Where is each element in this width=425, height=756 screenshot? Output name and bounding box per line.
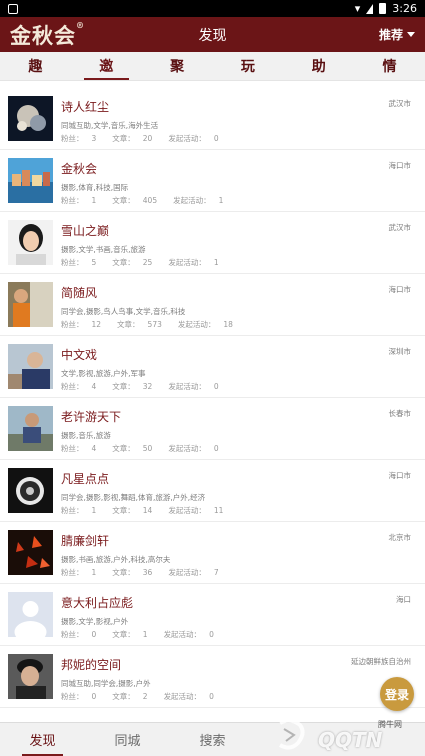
tab-yao[interactable]: 邀 [71,52,142,80]
list-item[interactable]: 中文戏 文学,影视,旅游,户外,军事 粉丝： 4 文章： 32 发起活动： 0 深圳市 [0,336,425,398]
tab-wan[interactable]: 玩 [212,52,283,80]
user-tags: 同城互助,同学会,摄影,户外 [61,679,151,688]
user-name[interactable]: 金秋会 [61,159,239,179]
user-city: 武汉市 [388,99,412,108]
user-city: 长春市 [388,409,412,418]
list-item[interactable]: 凡星点点 同学会,摄影,影视,舞蹈,体育,旅游,户外,经济 粉丝： 1 文章： 14 发… [0,460,425,522]
user-stats: 粉丝： 1 文章： 405 发起活动： 1 [61,196,224,205]
list-item[interactable]: 邦妮的空间 同城互助,同学会,摄影,户外 粉丝： 0 文章： 2 发起活动： 0 延边朝鲜… [0,646,425,708]
user-name[interactable]: 雪山之巅 [61,221,235,241]
avatar[interactable] [8,468,53,513]
avatar[interactable] [8,592,53,637]
app-logo[interactable]: 金秋会® [10,20,85,50]
user-city: 海口市 [388,285,412,294]
user-city: 北京市 [388,533,412,542]
user-tags: 同学会,摄影,鸟人鸟事,文学,音乐,科技 [61,307,186,316]
user-city: 武汉市 [388,223,412,232]
user-stats: 粉丝： 4 文章： 50 发起活动： 0 [61,444,219,453]
avatar[interactable] [8,158,53,203]
battery-icon [379,3,387,14]
user-name[interactable]: 诗人红尘 [61,97,235,117]
avatar[interactable] [8,654,53,699]
clock: 3:26 [392,2,417,15]
user-stats: 粉丝： 12 文章： 573 发起活动： 18 [61,320,233,329]
recommend-dropdown[interactable]: 推荐 [379,26,415,43]
caret-down-icon [407,32,415,37]
user-city: 海口 [396,595,411,604]
tab-zhu[interactable]: 助 [283,52,354,80]
user-name[interactable]: 腈廉剑轩 [61,531,235,551]
user-tags: 摄影,书画,旅游,户外,科技,高尔夫 [61,555,171,564]
user-tags: 摄影,文学,影视,户外 [61,617,129,626]
user-tags: 摄影,音乐,旅游 [61,431,111,440]
notification-icon [8,3,18,14]
list-item[interactable]: 意大利占应彪 摄影,文学,影视,户外 粉丝： 0 文章： 1 发起活动： 0 海口 [0,584,425,646]
user-name[interactable]: 凡星点点 [61,469,239,489]
login-button[interactable]: 登录 [380,677,414,711]
avatar[interactable] [8,220,53,265]
wifi-icon: ▾ [354,2,361,15]
tab-ju[interactable]: 聚 [142,52,213,80]
user-city: 深圳市 [388,347,412,356]
list-item[interactable]: 腈廉剑轩 摄影,书画,旅游,户外,科技,高尔夫 粉丝： 1 文章： 36 发起活动： 7 … [0,522,425,584]
list-item[interactable]: 老许游天下 摄影,音乐,旅游 粉丝： 4 文章： 50 发起活动： 0 长春市 [0,398,425,460]
user-name[interactable]: 中文戏 [61,345,235,365]
user-stats: 粉丝： 5 文章： 25 发起活动： 1 [61,258,219,267]
user-tags: 摄影,文学,书画,音乐,旅游 [61,245,146,254]
avatar[interactable] [8,344,53,389]
user-tags: 同学会,摄影,影视,舞蹈,体育,旅游,户外,经济 [61,493,206,502]
user-stats: 粉丝： 0 文章： 2 发起活动： 0 [61,692,214,701]
user-name[interactable]: 老许游天下 [61,407,235,427]
avatar[interactable] [8,282,53,327]
signal-icon [366,3,374,14]
list-item[interactable]: 雪山之巅 摄影,文学,书画,音乐,旅游 粉丝： 5 文章： 25 发起活动： 1 武汉市 [0,212,425,274]
avatar[interactable] [8,530,53,575]
tab-qing[interactable]: 情 [354,52,425,80]
status-bar: ▾ 3:26 [0,0,425,17]
avatar[interactable] [8,406,53,451]
watermark-subtext: 腾牛网 [378,720,402,729]
watermark-text: QQTN [318,728,383,752]
category-tabs: 趣 邀 聚 玩 助 情 [0,52,425,81]
user-stats: 粉丝： 1 文章： 14 发起活动： 11 [61,506,224,515]
user-stats: 粉丝： 0 文章： 1 发起活动： 0 [61,630,214,639]
user-name[interactable]: 邦妮的空间 [61,655,230,675]
avatar[interactable] [8,96,53,141]
app-header: 金秋会® 发现 推荐 [0,17,425,52]
user-city: 海口市 [388,161,412,170]
user-stats: 粉丝： 4 文章： 32 发起活动： 0 [61,382,219,391]
user-name[interactable]: 意大利占应彪 [61,593,230,613]
list-item[interactable]: 金秋会 摄影,体育,科技,国际 粉丝： 1 文章： 405 发起活动： 1 海口市 [0,150,425,212]
user-tags: 摄影,体育,科技,国际 [61,183,129,192]
user-stats: 粉丝： 3 文章： 20 发起活动： 0 [61,134,219,143]
user-list: 诗人红尘 同城互助,文学,音乐,海外生活 粉丝： 3 文章： 20 发起活动： 0 武汉市… [0,88,425,708]
list-item[interactable]: 简随风 同学会,摄影,鸟人鸟事,文学,音乐,科技 粉丝： 12 文章： 573 发起活动… [0,274,425,336]
list-item[interactable]: 诗人红尘 同城互助,文学,音乐,海外生活 粉丝： 3 文章： 20 发起活动： 0 武汉市 [0,88,425,150]
user-city: 海口市 [388,471,412,480]
user-name[interactable]: 简随风 [61,283,249,303]
nav-discover[interactable]: 发现 [0,723,85,756]
nav-search[interactable]: 搜索 [170,723,255,756]
user-stats: 粉丝： 1 文章： 36 发起活动： 7 [61,568,219,577]
user-tags: 同城互助,文学,音乐,海外生活 [61,121,159,130]
tab-qu[interactable]: 趣 [0,52,71,80]
user-tags: 文学,影视,旅游,户外,军事 [61,369,146,378]
user-city: 延边朝鲜族自治州 [351,657,411,666]
nav-local[interactable]: 同城 [85,723,170,756]
